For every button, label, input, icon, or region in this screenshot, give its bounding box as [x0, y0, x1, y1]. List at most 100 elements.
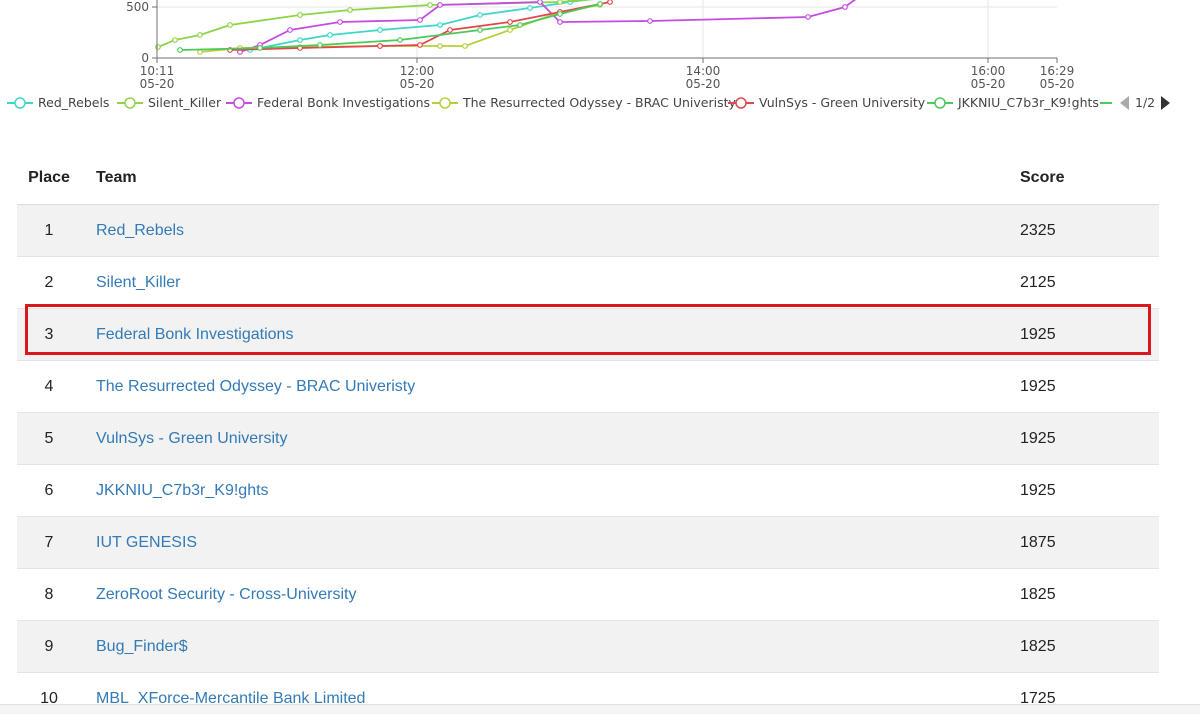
- x-tick-date: 05-20: [400, 77, 435, 91]
- table-row: 7 IUT GENESIS 1875: [17, 517, 1159, 569]
- series-point: [228, 23, 233, 28]
- legend-label: Red_Rebels: [38, 95, 109, 110]
- series-point: [418, 43, 423, 48]
- legend-label: VulnSys - Green University: [759, 95, 926, 110]
- table-row: 10 MBL_XForce-Mercantile Bank Limited 17…: [17, 673, 1159, 724]
- series-point: [378, 44, 383, 49]
- place-cell: 8: [17, 569, 81, 621]
- score-cell: 1825: [1020, 621, 1159, 673]
- series-point: [648, 19, 653, 24]
- x-tick-label: 14:00: [686, 64, 721, 78]
- team-link[interactable]: IUT GENESIS: [96, 534, 197, 551]
- series-point: [173, 38, 178, 43]
- team-cell: ZeroRoot Security - Cross-University: [81, 569, 1020, 621]
- series-point: [508, 28, 513, 33]
- team-link[interactable]: Red_Rebels: [96, 222, 184, 239]
- score-chart: 500010:1105-2012:0005-2014:0005-2016:000…: [0, 0, 1200, 120]
- table-row: 1 Red_Rebels 2325: [17, 205, 1159, 257]
- x-tick-label: 16:00: [971, 64, 1006, 78]
- series-point: [298, 13, 303, 18]
- series-point: [478, 13, 483, 18]
- x-tick-date: 05-20: [971, 77, 1006, 91]
- series-point: [558, 12, 563, 17]
- table-row: 6 JKKNIU_C7b3r_K9!ghts 1925: [17, 465, 1159, 517]
- score-cell: 1925: [1020, 413, 1159, 465]
- series-point: [438, 23, 443, 28]
- team-link[interactable]: ZeroRoot Security - Cross-University: [96, 586, 357, 603]
- series-point: [288, 28, 293, 33]
- score-chart-svg: 500010:1105-2012:0005-2014:0005-2016:000…: [0, 0, 1200, 120]
- x-tick-date: 05-20: [686, 77, 721, 91]
- table-row: 2 Silent_Killer 2125: [17, 257, 1159, 309]
- legend-next-icon[interactable]: [1161, 96, 1170, 110]
- chart-lines: [156, 0, 860, 54]
- legend-swatch-circle: [125, 98, 135, 108]
- team-cell: IUT GENESIS: [81, 517, 1020, 569]
- series-point: [348, 8, 353, 13]
- team-cell: The Resurrected Odyssey - BRAC Univerist…: [81, 361, 1020, 413]
- series-point: [558, 20, 563, 25]
- series-point: [378, 28, 383, 33]
- team-link[interactable]: JKKNIU_C7b3r_K9!ghts: [96, 482, 269, 499]
- series-point: [338, 20, 343, 25]
- score-cell: 1925: [1020, 465, 1159, 517]
- score-cell: 1925: [1020, 309, 1159, 361]
- series-point: [463, 44, 468, 49]
- place-cell: 3: [17, 309, 81, 361]
- score-cell: 1725: [1020, 673, 1159, 724]
- series-point: [298, 38, 303, 43]
- y-tick-label: 0: [141, 51, 149, 65]
- legend-label: Silent_Killer: [148, 95, 222, 110]
- team-link[interactable]: VulnSys - Green University: [96, 430, 287, 447]
- series-point: [508, 20, 513, 25]
- legend-swatch-circle: [234, 98, 244, 108]
- legend-label: Federal Bonk Investigations: [257, 95, 430, 110]
- team-link[interactable]: Bug_Finder$: [96, 638, 188, 655]
- place-cell: 5: [17, 413, 81, 465]
- score-header: Score: [1020, 152, 1159, 205]
- series-point: [518, 23, 523, 28]
- series-point: [438, 3, 443, 8]
- place-cell: 7: [17, 517, 81, 569]
- series-point: [318, 43, 323, 48]
- x-tick-label: 10:11: [140, 64, 175, 78]
- place-cell: 2: [17, 257, 81, 309]
- series-point: [843, 5, 848, 10]
- score-cell: 1825: [1020, 569, 1159, 621]
- scoreboard-table: Place Team Score 1 Red_Rebels 2325 2 Sil…: [17, 152, 1159, 724]
- legend-swatch-circle: [15, 98, 25, 108]
- legend-prev-icon[interactable]: [1120, 96, 1129, 110]
- chart-legend: Red_Rebels Silent_Killer Federal Bonk Inve…: [7, 95, 1170, 110]
- y-tick-label: 500: [126, 0, 149, 14]
- place-cell: 1: [17, 205, 81, 257]
- team-link[interactable]: Silent_Killer: [96, 274, 180, 291]
- table-row: 5 VulnSys - Green University 1925: [17, 413, 1159, 465]
- series-point: [478, 28, 483, 33]
- table-row: 8 ZeroRoot Security - Cross-University 1…: [17, 569, 1159, 621]
- series-point: [178, 48, 183, 53]
- series-point: [328, 33, 333, 38]
- score-cell: 2325: [1020, 205, 1159, 257]
- team-cell: Federal Bonk Investigations: [81, 309, 1020, 361]
- score-cell: 1925: [1020, 361, 1159, 413]
- series-point: [806, 15, 811, 20]
- team-cell: Bug_Finder$: [81, 621, 1020, 673]
- team-cell: Red_Rebels: [81, 205, 1020, 257]
- series-point: [598, 2, 603, 7]
- team-cell: JKKNIU_C7b3r_K9!ghts: [81, 465, 1020, 517]
- team-link[interactable]: The Resurrected Odyssey - BRAC Univerist…: [96, 378, 415, 395]
- table-row: 9 Bug_Finder$ 1825: [17, 621, 1159, 673]
- x-tick-date: 05-20: [140, 77, 175, 91]
- series-point: [448, 28, 453, 33]
- series-point: [398, 38, 403, 43]
- place-header: Place: [17, 152, 81, 205]
- series-point: [418, 18, 423, 23]
- team-link[interactable]: Federal Bonk Investigations: [96, 326, 293, 343]
- team-cell: MBL_XForce-Mercantile Bank Limited: [81, 673, 1020, 724]
- series-point: [608, 0, 613, 4]
- x-tick-label: 16:29: [1040, 64, 1075, 78]
- legend-swatch-circle: [935, 98, 945, 108]
- place-cell: 6: [17, 465, 81, 517]
- series-line: [180, 4, 600, 50]
- legend-page-label: 1/2: [1135, 95, 1155, 110]
